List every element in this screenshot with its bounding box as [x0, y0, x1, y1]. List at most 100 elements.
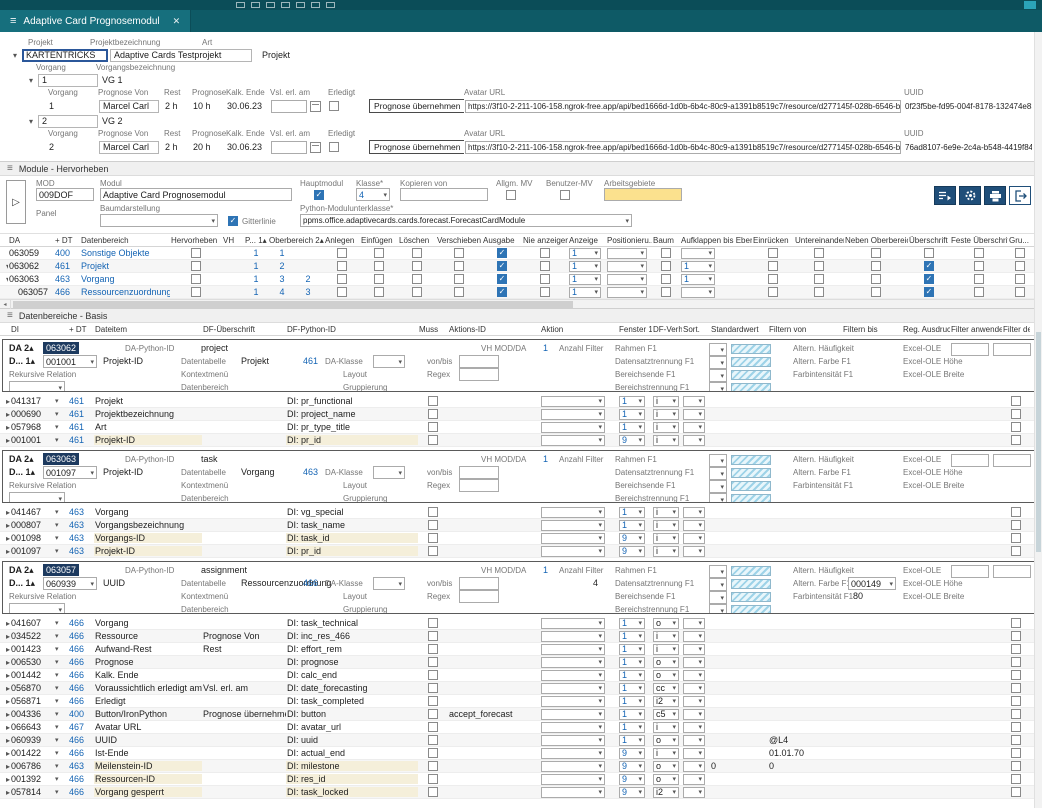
row-expander-icon[interactable]: ▸ — [1, 619, 10, 628]
project-id-cell[interactable]: KARTENTRICKS — [22, 49, 108, 62]
chevron-down-icon[interactable]: ▾ — [55, 397, 59, 405]
fenster-select[interactable]: 9▾ — [619, 435, 645, 446]
sort-select[interactable]: ▾ — [683, 696, 705, 707]
untereinander-checkbox[interactable] — [814, 248, 824, 258]
pattern-field[interactable] — [731, 468, 771, 478]
muss-checkbox[interactable] — [428, 709, 438, 719]
app-icon[interactable] — [1024, 1, 1036, 9]
df-verh-select[interactable]: i▾ — [653, 533, 679, 544]
sort-select[interactable]: ▾ — [683, 520, 705, 531]
row-expander-icon[interactable]: ▸ — [1, 736, 10, 745]
sort-select[interactable]: ▾ — [683, 618, 705, 629]
bereichsende-f1-select[interactable]: ▾ — [709, 480, 727, 493]
fenster-select[interactable]: 1▾ — [619, 422, 645, 433]
filter-deak-checkbox[interactable] — [1011, 422, 1021, 432]
extra-input-1[interactable] — [951, 565, 989, 578]
fenster-select[interactable]: 1▾ — [619, 735, 645, 746]
positionierung-select[interactable]: ▾ — [607, 274, 647, 285]
df-verh-select[interactable]: i▾ — [653, 748, 679, 759]
prognose-uebernehmen-button[interactable]: Prognose übernehmen — [369, 99, 464, 113]
anlegen-checkbox[interactable] — [337, 248, 347, 258]
tree-expander-icon[interactable]: ▾ — [1, 275, 8, 284]
anlegen-checkbox[interactable] — [337, 287, 347, 297]
datenbereich-link[interactable]: Vorgang — [81, 274, 115, 284]
vonbis-input[interactable] — [459, 355, 499, 368]
fenster-select[interactable]: 1▾ — [619, 670, 645, 681]
loeschen-checkbox[interactable] — [412, 274, 422, 284]
df-verh-select[interactable]: i▾ — [653, 722, 679, 733]
row-expander-icon[interactable]: ▸ — [1, 710, 10, 719]
einfuegen-checkbox[interactable] — [374, 261, 384, 271]
df-verh-select[interactable]: i▾ — [653, 396, 679, 407]
fenster-select[interactable]: 1▾ — [619, 722, 645, 733]
chevron-down-icon[interactable]: ▾ — [55, 749, 59, 757]
pattern-field[interactable] — [731, 605, 771, 614]
filter-deak-checkbox[interactable] — [1011, 709, 1021, 719]
pattern-field[interactable] — [731, 370, 771, 380]
baum-checkbox[interactable] — [661, 261, 671, 271]
sort-select[interactable]: ▾ — [683, 787, 705, 798]
neben-oberbereich-checkbox[interactable] — [871, 248, 881, 258]
baum-checkbox[interactable] — [661, 274, 671, 284]
row-expander-icon[interactable]: ▸ — [1, 762, 10, 771]
sort-select[interactable]: ▾ — [683, 507, 705, 518]
df-verh-select[interactable]: o▾ — [653, 670, 679, 681]
ausgabe-checkbox[interactable] — [497, 287, 507, 297]
scroll-left-arrow-icon[interactable]: ◂ — [0, 300, 11, 309]
ueberschrift-checkbox[interactable] — [924, 274, 934, 284]
gru-checkbox[interactable] — [1015, 274, 1025, 284]
sort-select[interactable]: ▾ — [683, 533, 705, 544]
chevron-down-icon[interactable]: ▾ — [55, 723, 59, 731]
filter-deak-checkbox[interactable] — [1011, 631, 1021, 641]
bereichstrennung-f1-select[interactable]: ▾ — [709, 493, 727, 503]
feste-ueberschrift-checkbox[interactable] — [974, 287, 984, 297]
vscroll-thumb[interactable] — [1036, 332, 1041, 552]
datensatztrennung-f1-select[interactable]: ▾ — [709, 356, 727, 369]
chevron-down-icon[interactable]: ▾ — [55, 697, 59, 705]
sort-select[interactable]: ▾ — [683, 670, 705, 681]
aktion-select[interactable]: ▾ — [541, 696, 605, 707]
vertical-scrollbar[interactable] — [1034, 32, 1042, 808]
filter-deak-checkbox[interactable] — [1011, 683, 1021, 693]
anlegen-checkbox[interactable] — [337, 261, 347, 271]
filter-deak-checkbox[interactable] — [1011, 774, 1021, 784]
sort-select[interactable]: ▾ — [683, 546, 705, 557]
row-expander-icon[interactable]: ▸ — [1, 684, 10, 693]
module-table-hscrollbar[interactable]: ◂ — [0, 299, 1042, 308]
verschieben-checkbox[interactable] — [454, 261, 464, 271]
ausgabe-checkbox[interactable] — [497, 261, 507, 271]
gitterlinie-checkbox[interactable] — [228, 216, 238, 226]
aufklappen-select[interactable]: 1▾ — [681, 261, 715, 272]
bereichstrennung-f1-select[interactable]: ▾ — [709, 604, 727, 614]
aktion-select[interactable]: ▾ — [541, 735, 605, 746]
filter-deak-checkbox[interactable] — [1011, 435, 1021, 445]
aktion-select[interactable]: ▾ — [541, 644, 605, 655]
untereinander-checkbox[interactable] — [814, 287, 824, 297]
fenster-select[interactable]: 1▾ — [619, 696, 645, 707]
nie-anzeigen-checkbox[interactable] — [540, 274, 550, 284]
chevron-down-icon[interactable]: ▾ — [55, 632, 59, 640]
chevron-down-icon[interactable]: ▾ — [55, 788, 59, 796]
row-expander-icon[interactable]: ▸ — [1, 697, 10, 706]
row-expander-icon[interactable]: ▸ — [1, 632, 10, 641]
toolbar-icon[interactable] — [266, 2, 275, 8]
bereichstrennung-f1-select[interactable]: ▾ — [709, 382, 727, 392]
aktion-select[interactable]: ▾ — [541, 520, 605, 531]
feste-ueberschrift-checkbox[interactable] — [974, 248, 984, 258]
aktion-select[interactable]: ▾ — [541, 396, 605, 407]
df-verh-select[interactable]: i▾ — [653, 520, 679, 531]
filter-deak-checkbox[interactable] — [1011, 735, 1021, 745]
sort-select[interactable]: ▾ — [683, 644, 705, 655]
regex-input[interactable] — [459, 479, 499, 492]
einruecken-checkbox[interactable] — [768, 274, 778, 284]
datenbereich-link[interactable]: Sonstige Objekte — [81, 248, 150, 258]
chevron-down-icon[interactable]: ▾ — [55, 521, 59, 529]
extra-input-1[interactable] — [951, 343, 989, 356]
muss-checkbox[interactable] — [428, 422, 438, 432]
erledigt-checkbox[interactable] — [329, 142, 339, 152]
fenster-select[interactable]: 1▾ — [619, 507, 645, 518]
aufklappen-select[interactable]: ▾ — [681, 287, 715, 298]
df-verh-select[interactable]: i▾ — [653, 435, 679, 446]
ueberschrift-checkbox[interactable] — [924, 287, 934, 297]
chevron-down-icon[interactable]: ▾ — [55, 684, 59, 692]
